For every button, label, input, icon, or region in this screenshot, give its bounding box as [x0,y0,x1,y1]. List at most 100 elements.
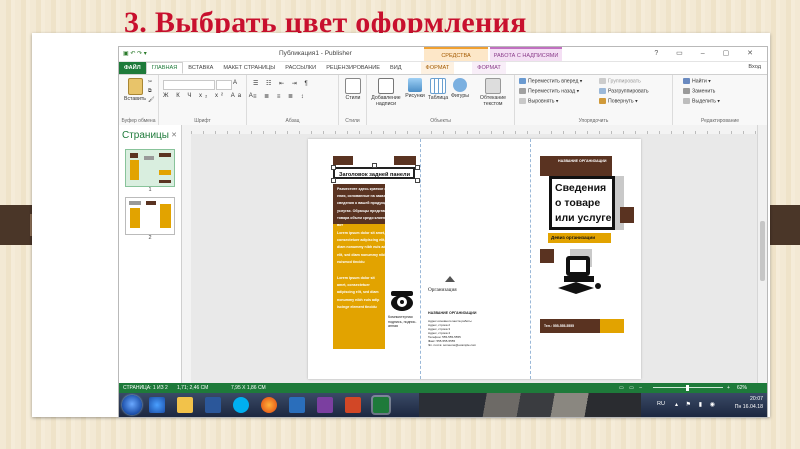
sign-in-link[interactable]: Вход [748,64,761,70]
intro-text[interactable]: Разместите здесь краткие свед- ения, осн… [337,186,397,229]
close-icon[interactable]: ✕ [171,131,177,139]
rotation-handle[interactable] [372,163,377,168]
selection-handle[interactable] [331,178,336,183]
shapes-button[interactable]: Фигуры [449,78,471,99]
vertical-scrollbar[interactable] [757,125,767,383]
tab-format-drawing[interactable]: ФОРМАТ [420,62,455,74]
company-name-top[interactable]: НАЗВАНИЕ ОРГАНИЗАЦИИ [558,159,606,163]
zoom-level[interactable]: 62% [737,383,747,393]
tab-insert[interactable]: ВСТАВКА [183,62,218,74]
tab-view[interactable]: ВИД [385,62,407,74]
publisher-icon[interactable] [373,397,389,413]
page-indicator[interactable]: СТРАНИЦА: 1 ИЗ 2 [123,383,168,393]
tray-icons[interactable]: ▴ ⚑ ▮ ◉ [675,401,718,408]
pictures-button[interactable]: Рисунки [404,78,426,99]
page-number: 2 [148,235,152,241]
page-thumbnail-2[interactable] [125,197,175,235]
word-icon[interactable] [205,397,221,413]
rotate-label: Повернуть [608,98,634,105]
page-canvas[interactable]: Заголовок задней панели Разместите здесь… [191,134,758,383]
replace-button[interactable]: Заменить [683,88,715,94]
ungroup-button[interactable]: Разгруппировать [599,88,649,94]
group-label: Шрифт [194,118,211,124]
cut-icon[interactable]: ✂ [148,79,152,85]
view-buttons[interactable]: ▭ ▭ – [619,383,644,393]
add-textbox-button[interactable]: Добавление надписи [369,78,403,107]
format-painter-icon[interactable]: 🖌 [148,97,155,103]
window-controls[interactable]: ? ▭ – ▢ ✕ [654,49,761,57]
align-button[interactable]: Выровнять ▾ [519,98,559,104]
copy-icon[interactable]: ⧉ [148,88,152,95]
tab-page-layout[interactable]: МАКЕТ СТРАНИЦЫ [218,62,280,74]
motto-band[interactable]: Девиз организации [548,233,611,243]
powerpoint-icon[interactable] [345,397,361,413]
tab-review[interactable]: РЕЦЕНЗИРОВАНИЕ [321,62,385,74]
rotate-icon [599,98,606,104]
styles-button[interactable]: Стили [342,78,364,101]
skype-icon[interactable] [233,397,249,413]
phone-text[interactable]: Тел.: 555-555-5555 [544,324,574,328]
bring-forward-button[interactable]: Переместить вперед ▾ [519,78,582,84]
document-title: Публикация1 - Publisher [279,50,352,57]
tab-mailings[interactable]: РАССЫЛКИ [280,62,321,74]
company-address[interactable]: Адрес основного места работы Адрес, стро… [428,319,476,347]
status-bar: СТРАНИЦА: 1 ИЗ 2 1,71; 2,46 СМ 7,95 X 1,… [119,383,767,393]
organization-name[interactable]: Организация [428,287,457,293]
media-icon[interactable] [317,397,333,413]
clock[interactable]: 20:07 Пн 16.04.18 [735,395,763,411]
windows-taskbar: RU ▴ ⚑ ▮ ◉ 20:07 Пн 16.04.18 [119,393,767,417]
context-tab-textbox-tools: РАБОТА С НАДПИСЯМИ [490,47,562,61]
zoom-in-icon[interactable]: + [727,383,730,393]
scrollbar-thumb[interactable] [760,221,765,281]
selection-handle[interactable] [415,178,420,183]
ungroup-icon [599,88,606,94]
selection-handle[interactable] [415,165,420,170]
bring-forward-label: Переместить вперед [528,78,579,85]
group-font: A Ж К Ч х₂ х² Аа А Шрифт [159,75,253,125]
lorem-text-1[interactable]: Lorem ipsum dolor sit amet, consectetuer… [337,230,399,266]
company-name[interactable]: НАЗВАНИЕ ОРГАНИЗАЦИИ [428,311,476,315]
paste-button[interactable]: Вставить [122,78,148,102]
panel-heading-textbox[interactable]: Заголовок задней панели [333,167,415,179]
explorer-icon[interactable] [177,397,193,413]
fold-guide [420,139,421,379]
clock-date: Пн 16.04.18 [734,404,763,410]
select-button[interactable]: Выделить ▾ [683,98,720,104]
rotate-button[interactable]: Повернуть ▾ [599,98,638,104]
group-label: Стили [345,118,360,124]
decor-block [620,207,634,223]
product-title-textbox[interactable]: Сведения о товаре или услуге [549,176,615,230]
align-buttons[interactable]: ≡ ≣ ≡ ≣ ↕ [253,93,307,100]
wrap-text-button[interactable]: Обтекание текстом [475,78,511,107]
send-backward-button[interactable]: Переместить назад ▾ [519,88,579,94]
find-button[interactable]: Найти ▾ [683,78,711,84]
page-thumbnail-1[interactable] [125,149,175,187]
tab-home[interactable]: ГЛАВНАЯ [145,62,184,74]
lync-icon[interactable] [289,397,305,413]
group-objects-button[interactable]: Группировать [599,78,641,84]
font-size-input[interactable] [216,80,232,90]
start-button[interactable] [122,395,142,415]
keyboard-language[interactable]: RU [657,401,665,407]
ribbon-tabs: ФАЙЛ ГЛАВНАЯ ВСТАВКА МАКЕТ СТРАНИЦЫ РАССЫЛКИ… [119,62,767,75]
table-button[interactable]: Таблица [427,78,449,101]
list-buttons[interactable]: ☰ ☷ ⇤ ⇥ ¶ [253,80,311,87]
firefox-icon[interactable] [261,397,277,413]
clipart-caption[interactable]: Компьютерная подпись, подпис- анная [388,315,417,329]
tab-file[interactable]: ФАЙЛ [119,62,146,74]
ie-icon[interactable] [149,397,165,413]
send-backward-icon [519,88,526,94]
format-buttons[interactable]: Ж К Ч х₂ х² Аа А [163,93,256,99]
selection-handle[interactable] [331,165,336,170]
lorem-text-2[interactable]: Lorem ipsum dolor sit amet, consectetuer… [337,275,379,311]
publication-page: Заголовок задней панели Разместите здесь… [308,139,641,379]
quick-access-toolbar[interactable]: ▣ ↶ ↷ ▾ [123,50,147,57]
computer-clipart-icon [558,256,601,294]
styles-label: Стили [345,95,361,101]
tab-format-textbox[interactable]: ФОРМАТ [472,62,506,74]
font-name-input[interactable] [163,80,215,90]
group-arrange: Переместить вперед ▾ Переместить назад ▾… [515,75,673,125]
grow-font-icon[interactable]: A [233,80,240,86]
pictures-icon [408,78,422,92]
zoom-slider-thumb[interactable] [686,385,689,391]
